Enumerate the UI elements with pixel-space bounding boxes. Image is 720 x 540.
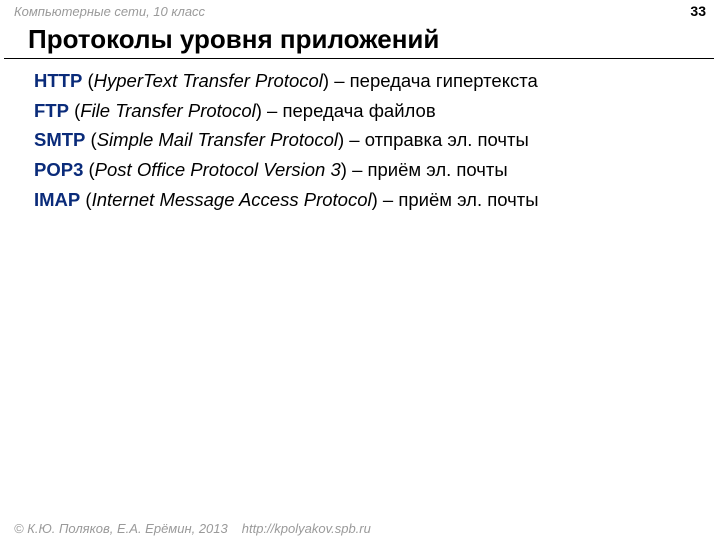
protocol-desc: отправка эл. почты [365,129,529,150]
protocol-fullname: HyperText Transfer Protocol [94,70,323,91]
protocol-desc: передача файлов [282,100,435,121]
content-area: HTTP (HyperText Transfer Protocol) – пер… [0,59,720,214]
protocol-desc: передача гипертекста [350,70,538,91]
protocol-line: HTTP (HyperText Transfer Protocol) – пер… [34,67,720,96]
protocol-name: SMTP [34,129,85,150]
protocol-line: SMTP (Simple Mail Transfer Protocol) – о… [34,126,720,155]
page-number: 33 [690,3,706,19]
protocol-name: IMAP [34,189,80,210]
footer: © К.Ю. Поляков, Е.А. Ерёмин, 2013 http://… [14,521,371,536]
copyright: © К.Ю. Поляков, Е.А. Ерёмин, 2013 [14,521,228,536]
protocol-line: POP3 (Post Office Protocol Version 3) – … [34,156,720,185]
protocol-fullname: Internet Message Access Protocol [92,189,372,210]
protocol-line: FTP (File Transfer Protocol) – передача … [34,97,720,126]
header-band: Компьютерные сети, 10 класс 33 [0,0,720,22]
protocol-desc: приём эл. почты [368,159,508,180]
protocol-fullname: Simple Mail Transfer Protocol [97,129,338,150]
protocol-name: HTTP [34,70,82,91]
protocol-fullname: Post Office Protocol Version 3 [95,159,341,180]
protocol-name: FTP [34,100,69,121]
protocol-desc: приём эл. почты [398,189,538,210]
protocol-name: POP3 [34,159,83,180]
slide-title: Протоколы уровня приложений [4,22,714,59]
subject-label: Компьютерные сети, 10 класс [14,4,205,19]
protocol-fullname: File Transfer Protocol [80,100,255,121]
footer-url: http://kpolyakov.spb.ru [242,521,371,536]
protocol-line: IMAP (Internet Message Access Protocol) … [34,186,720,215]
